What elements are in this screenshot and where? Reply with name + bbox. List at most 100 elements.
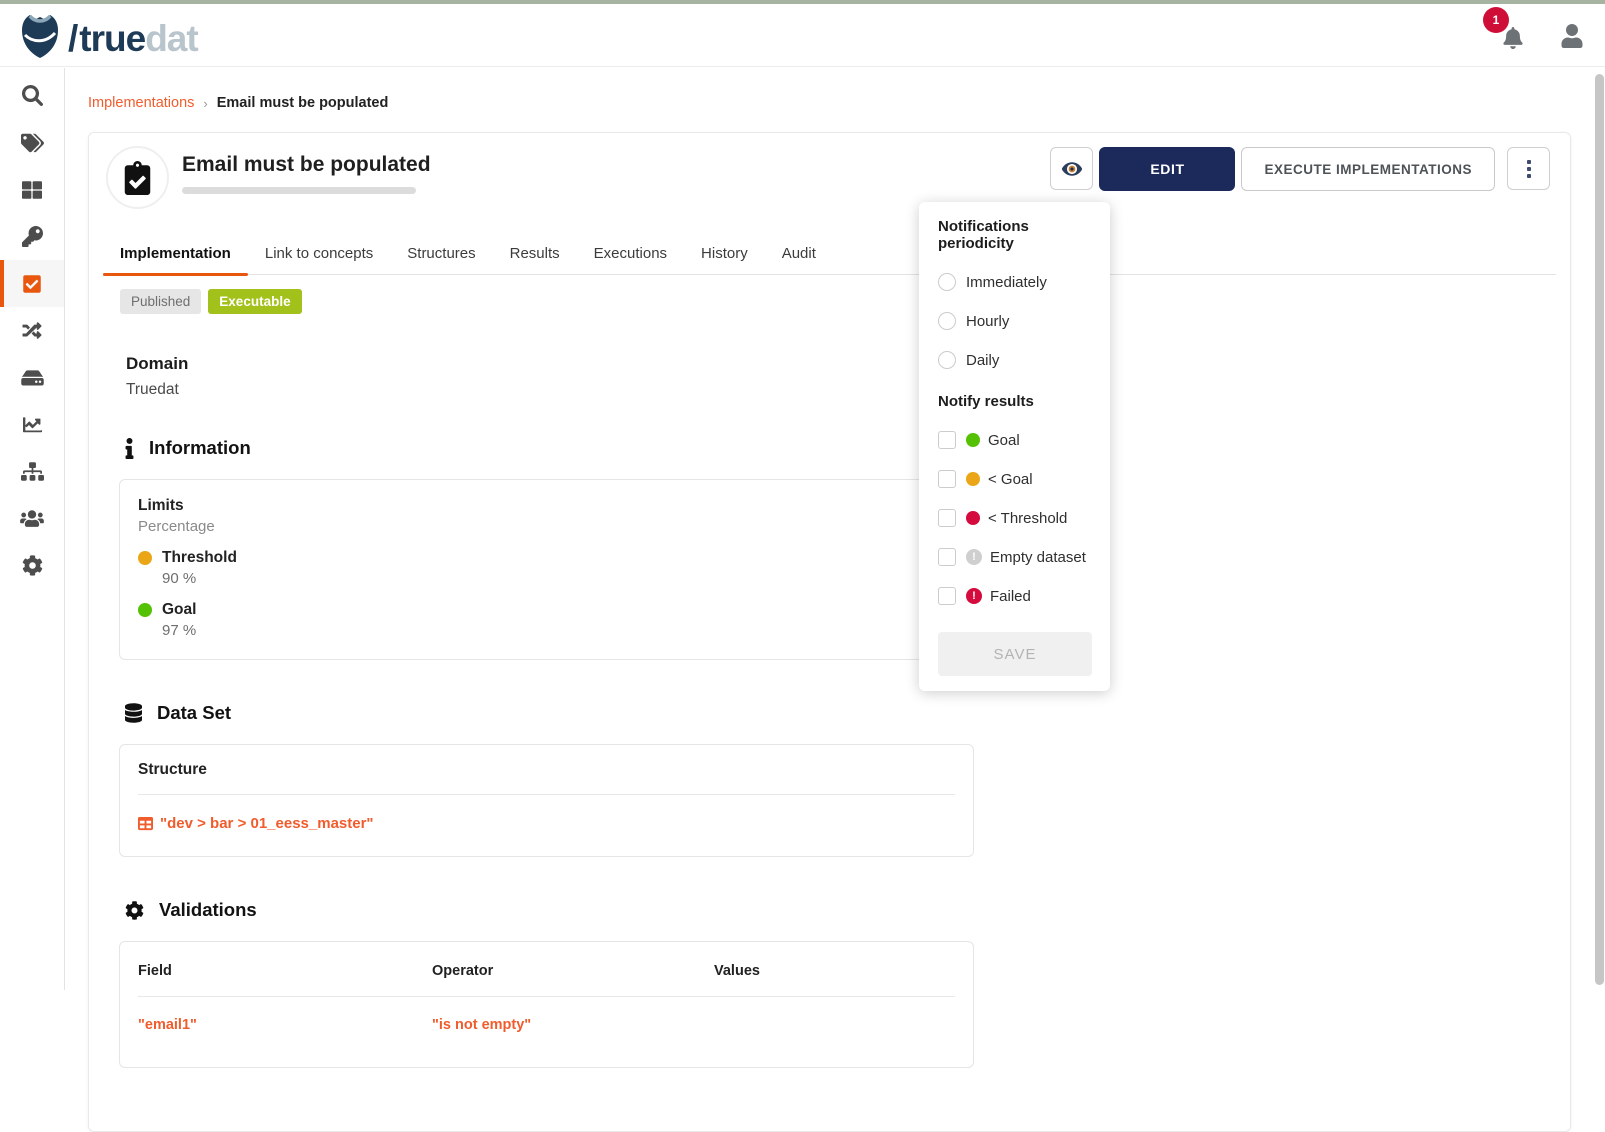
status-badge-executable: Executable	[208, 289, 301, 314]
tab-audit[interactable]: Audit	[765, 236, 833, 274]
validations-table-row: "email1" "is not empty"	[138, 997, 955, 1057]
domain-block: Domain Truedat	[126, 354, 1570, 399]
tab-implementation[interactable]: Implementation	[103, 236, 248, 274]
validations-panel: Field Operator Values "email1" "is not e…	[119, 941, 974, 1068]
tab-structures[interactable]: Structures	[390, 236, 492, 274]
notification-count-badge[interactable]: 1	[1483, 7, 1509, 33]
save-button[interactable]: SAVE	[938, 632, 1092, 676]
preview-notifications-button[interactable]	[1050, 147, 1093, 190]
grid-icon	[22, 180, 42, 200]
table-icon	[138, 816, 153, 831]
sidebar-item-settings[interactable]	[0, 542, 64, 589]
implementation-detail-card: Email must be populated EDIT EXECUTE IMP…	[88, 132, 1571, 1132]
sidebar-item-grid[interactable]	[0, 166, 64, 213]
sidebar-item-sources[interactable]	[0, 354, 64, 401]
limit-item-goal: Goal	[138, 601, 955, 619]
execute-implementations-button[interactable]: EXECUTE IMPLEMENTATIONS	[1241, 147, 1495, 191]
bell-icon	[1503, 27, 1523, 49]
validation-field-value[interactable]: "email1"	[138, 997, 432, 1057]
domain-value: Truedat	[126, 381, 1570, 399]
failed-exclamation-icon: !	[966, 588, 982, 604]
validation-values-value	[714, 997, 955, 1057]
column-values: Values	[714, 942, 955, 996]
column-field: Field	[138, 942, 432, 996]
checkbox-failed[interactable]	[938, 587, 956, 605]
more-options-button[interactable]	[1507, 147, 1550, 190]
users-icon	[20, 509, 44, 528]
sidebar-nav	[0, 68, 65, 990]
sidebar-item-dashboards[interactable]	[0, 401, 64, 448]
structure-panel: Structure "dev > bar > 01_eess_master"	[119, 744, 974, 857]
info-icon	[125, 438, 134, 459]
search-icon	[22, 85, 43, 106]
radio-immediately[interactable]	[938, 273, 956, 291]
detail-tabs: Implementation Link to concepts Structur…	[103, 236, 1556, 275]
vertical-scrollbar[interactable]	[1595, 74, 1604, 985]
quality-progress-bar	[182, 187, 416, 194]
tags-icon	[21, 133, 44, 153]
card-header: Email must be populated EDIT EXECUTE IMP…	[89, 133, 1570, 209]
structure-link[interactable]: "dev > bar > 01_eess_master"	[138, 815, 955, 832]
validations-gear-icon	[125, 901, 144, 920]
dataset-heading-label: Data Set	[157, 702, 231, 724]
sidebar-item-permissions[interactable]	[0, 213, 64, 260]
radio-daily[interactable]	[938, 351, 956, 369]
goal-result-dot	[966, 433, 980, 447]
sidebar-item-groups[interactable]	[0, 495, 64, 542]
limits-title: Limits	[138, 497, 955, 515]
domain-label: Domain	[126, 354, 1570, 374]
checkbox-below-goal[interactable]	[938, 470, 956, 488]
tab-results[interactable]: Results	[493, 236, 577, 274]
check-square-icon	[22, 274, 42, 294]
limits-subtitle: Percentage	[138, 518, 955, 535]
radio-hourly[interactable]	[938, 312, 956, 330]
breadcrumb-current: Email must be populated	[217, 95, 389, 111]
edit-button[interactable]: EDIT	[1099, 147, 1235, 191]
checkbox-below-threshold[interactable]	[938, 509, 956, 527]
threshold-value: 90 %	[162, 570, 955, 587]
information-section-heading: Information	[125, 437, 1570, 459]
checkbox-option-below-goal[interactable]: < Goal	[938, 470, 1092, 488]
below-goal-result-dot	[966, 472, 980, 486]
limits-panel: Limits Percentage Threshold 90 % Goal 97…	[119, 479, 974, 660]
key-icon	[22, 226, 43, 247]
tab-link-to-concepts[interactable]: Link to concepts	[248, 236, 390, 274]
radio-option-hourly[interactable]: Hourly	[938, 312, 1092, 330]
status-badges: Published Executable	[120, 289, 1570, 314]
chart-line-icon	[22, 415, 43, 434]
radio-option-immediately[interactable]: Immediately	[938, 273, 1092, 291]
limit-item-threshold: Threshold	[138, 549, 955, 567]
information-heading-label: Information	[149, 437, 251, 459]
status-badge-published: Published	[120, 289, 201, 314]
checkbox-option-below-threshold[interactable]: < Threshold	[938, 509, 1092, 527]
dataset-section-heading: Data Set	[125, 702, 1570, 724]
checkbox-option-empty-dataset[interactable]: ! Empty dataset	[938, 548, 1092, 566]
sidebar-item-taxonomy[interactable]	[0, 448, 64, 495]
checkbox-option-failed[interactable]: ! Failed	[938, 587, 1092, 605]
checkbox-option-goal[interactable]: Goal	[938, 431, 1092, 449]
checkbox-empty-dataset[interactable]	[938, 548, 956, 566]
database-icon	[125, 703, 142, 723]
column-operator: Operator	[432, 942, 714, 996]
kebab-icon	[1527, 160, 1531, 178]
tab-executions[interactable]: Executions	[577, 236, 684, 274]
implementation-avatar	[106, 146, 169, 209]
tab-history[interactable]: History	[684, 236, 765, 274]
truedat-logo[interactable]: /truedat	[18, 12, 198, 65]
empty-dataset-exclamation-icon: !	[966, 549, 982, 565]
sidebar-item-lineage[interactable]	[0, 307, 64, 354]
checkbox-goal[interactable]	[938, 431, 956, 449]
goal-value: 97 %	[162, 622, 955, 639]
breadcrumb-implementations-link[interactable]: Implementations	[88, 95, 194, 111]
user-icon	[1561, 24, 1583, 48]
validation-operator-value[interactable]: "is not empty"	[432, 997, 714, 1057]
owl-logo-icon	[18, 12, 62, 65]
gear-icon	[22, 555, 43, 576]
user-menu[interactable]	[1561, 24, 1583, 53]
radio-option-daily[interactable]: Daily	[938, 351, 1092, 369]
sidebar-item-implementations[interactable]	[0, 260, 64, 307]
sidebar-item-search[interactable]	[0, 72, 64, 119]
notifications-bell[interactable]: 1	[1497, 20, 1527, 50]
sidebar-item-tags[interactable]	[0, 119, 64, 166]
goal-dot	[138, 603, 152, 617]
